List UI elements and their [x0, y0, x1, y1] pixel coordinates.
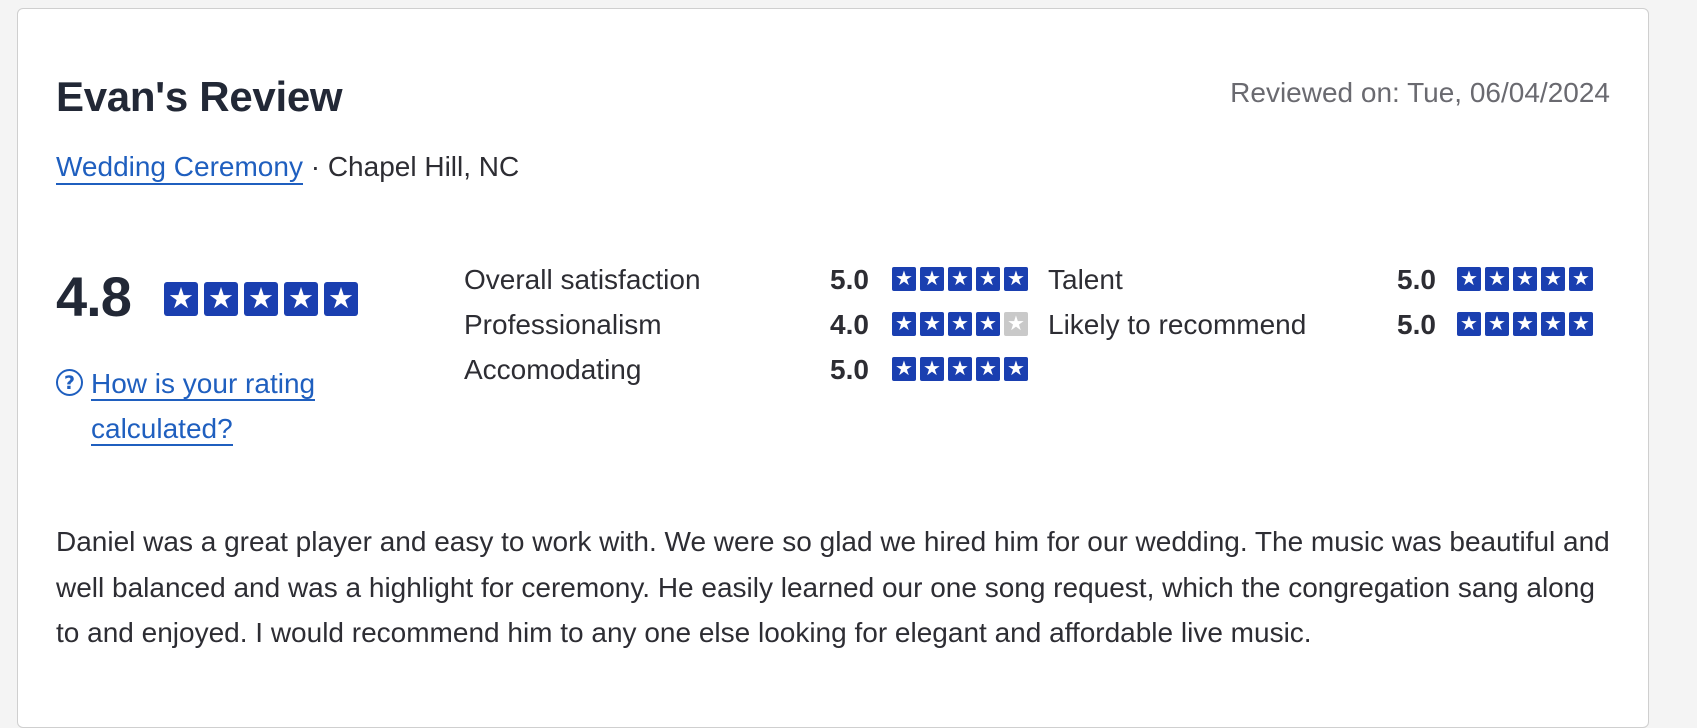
rating-row-accomodating: Accomodating 5.0 ★ ★ ★ ★ ★	[464, 354, 1028, 394]
rating-stars: ★ ★ ★ ★ ★	[1457, 312, 1593, 336]
star-icon: ★	[1569, 312, 1593, 336]
star-icon: ★	[1457, 267, 1481, 291]
rating-row-talent: Talent 5.0 ★ ★ ★ ★ ★	[1048, 264, 1608, 304]
star-icon: ★	[1485, 267, 1509, 291]
star-icon: ★	[164, 282, 198, 316]
star-icon: ★	[920, 267, 944, 291]
rating-label: Overall satisfaction	[464, 264, 701, 295]
review-title: Evan's Review	[56, 73, 343, 120]
star-icon: ★	[892, 312, 916, 336]
rating-stars: ★ ★ ★ ★ ★	[892, 357, 1028, 381]
rating-value: 5.0	[1397, 264, 1436, 295]
star-icon: ★	[324, 282, 358, 316]
star-icon: ★	[920, 357, 944, 381]
rating-label: Talent	[1048, 264, 1123, 295]
question-circle-icon[interactable]: ?	[56, 369, 83, 396]
rating-stars: ★ ★ ★ ★ ★	[892, 312, 1028, 336]
rating-row-overall-satisfaction: Overall satisfaction 5.0 ★ ★ ★ ★ ★	[464, 264, 1028, 304]
star-icon: ★	[204, 282, 238, 316]
rating-help-link[interactable]: How is your rating calculated?	[91, 361, 351, 451]
star-icon: ★	[1513, 312, 1537, 336]
star-icon: ★	[244, 282, 278, 316]
rating-value: 4.0	[830, 309, 869, 340]
star-icon: ★	[976, 312, 1000, 336]
rating-label: Accomodating	[464, 354, 642, 385]
star-icon: ★	[1513, 267, 1537, 291]
star-icon: ★	[1004, 267, 1028, 291]
review-card: Evan's Review Reviewed on: Tue, 06/04/20…	[17, 8, 1649, 728]
star-icon: ★	[892, 357, 916, 381]
star-icon: ★	[948, 312, 972, 336]
review-body: Daniel was a great player and easy to wo…	[56, 526, 1610, 648]
star-icon: ★	[920, 312, 944, 336]
rating-value: 5.0	[1397, 309, 1436, 340]
star-icon: ★	[284, 282, 318, 316]
rating-help[interactable]: ? How is your rating calculated?	[56, 361, 351, 451]
rating-stars: ★ ★ ★ ★ ★	[1457, 267, 1593, 291]
rating-label: Likely to recommend	[1048, 309, 1307, 340]
rating-row-likely-to-recommend: Likely to recommend 5.0 ★ ★ ★ ★ ★	[1048, 309, 1608, 349]
star-icon: ★	[1457, 312, 1481, 336]
star-icon: ★	[1541, 267, 1565, 291]
rating-value: 5.0	[830, 354, 869, 385]
review-location: · Chapel Hill, NC	[302, 151, 520, 182]
rating-stars: ★ ★ ★ ★ ★	[892, 267, 1028, 291]
star-icon: ★	[1004, 357, 1028, 381]
star-icon: ★	[892, 267, 916, 291]
overall-score: 4.8	[56, 265, 132, 328]
overall-stars: ★ ★ ★ ★ ★	[164, 282, 358, 316]
rating-value: 5.0	[830, 264, 869, 295]
star-icon: ★	[948, 357, 972, 381]
rating-row-professionalism: Professionalism 4.0 ★ ★ ★ ★ ★	[464, 309, 1028, 349]
review-date: Reviewed on: Tue, 06/04/2024	[1230, 77, 1610, 108]
star-icon: ★	[976, 267, 1000, 291]
star-icon: ★	[1004, 312, 1028, 336]
category-link[interactable]: Wedding Ceremony	[56, 151, 303, 185]
star-icon: ★	[1541, 312, 1565, 336]
star-icon: ★	[1569, 267, 1593, 291]
star-icon: ★	[976, 357, 1000, 381]
rating-label: Professionalism	[464, 309, 662, 340]
star-icon: ★	[948, 267, 972, 291]
review-subline: Wedding Ceremony · Chapel Hill, NC	[56, 151, 520, 185]
star-icon: ★	[1485, 312, 1509, 336]
